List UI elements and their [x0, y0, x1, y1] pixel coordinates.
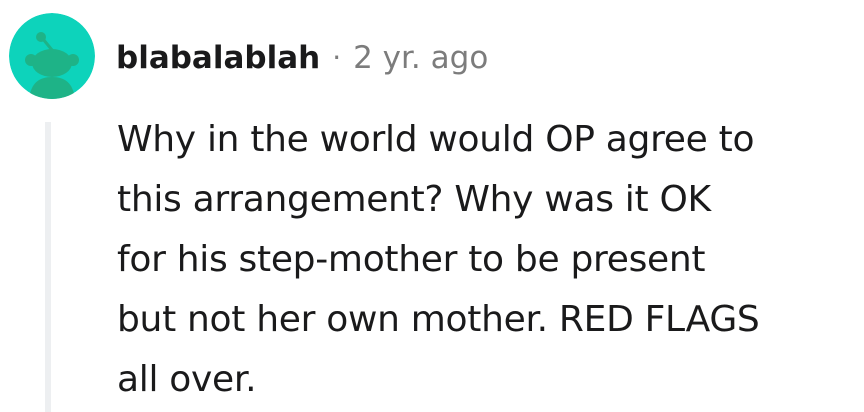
comment-meta: blabalablah · 2 yr. ago — [116, 36, 488, 80]
thread-collapse-line[interactable] — [45, 122, 51, 412]
user-avatar[interactable] — [9, 13, 95, 99]
username-link[interactable]: blabalablah — [116, 36, 320, 80]
comment-body: Why in the world would OP agree to this … — [117, 119, 760, 400]
snoo-avatar-icon — [9, 13, 95, 99]
comment: blabalablah · 2 yr. ago Why in the world… — [0, 0, 864, 412]
meta-separator: · — [332, 41, 342, 74]
comment-timestamp[interactable]: 2 yr. ago — [353, 36, 488, 80]
